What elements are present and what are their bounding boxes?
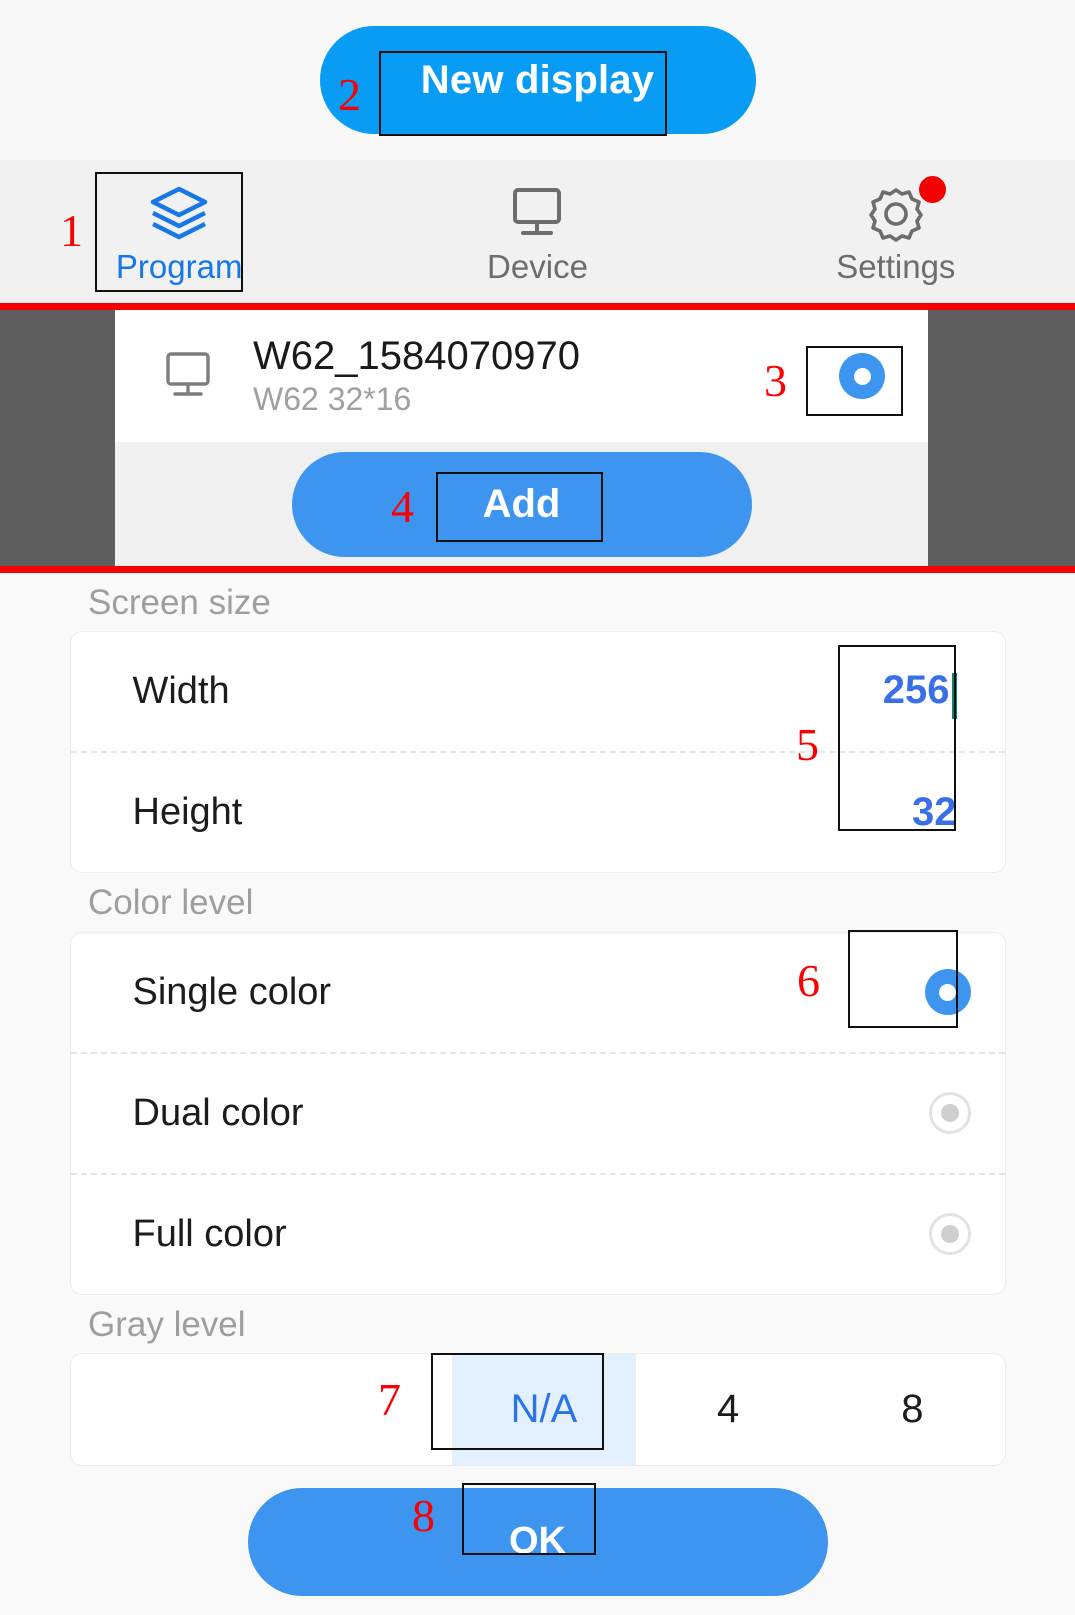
monitor-icon: [505, 180, 569, 242]
device-name: W62_1584070970: [253, 333, 580, 378]
width-input[interactable]: 256: [837, 668, 971, 720]
monitor-icon: [162, 349, 220, 403]
add-button[interactable]: Add: [291, 451, 752, 557]
top-bar: New display: [0, 0, 1075, 160]
height-input[interactable]: 32: [837, 790, 971, 835]
single-color-label: Single color: [132, 970, 332, 1013]
gray-level-option-na[interactable]: N/A: [451, 1353, 637, 1465]
gray-level-section-label: Gray level: [88, 1304, 246, 1344]
add-button-label: Add: [482, 481, 561, 526]
layers-icon: [147, 180, 211, 242]
tab-program[interactable]: Program: [0, 160, 358, 303]
ok-button[interactable]: OK: [247, 1487, 828, 1596]
gray-level-card: N/A 4 8: [69, 1352, 1006, 1466]
radio-on-icon[interactable]: [924, 969, 971, 1015]
settings-notification-badge: [918, 176, 946, 203]
text-cursor-icon: [951, 673, 957, 720]
color-level-section-label: Color level: [88, 883, 254, 923]
full-color-label: Full color: [132, 1212, 287, 1255]
tab-device[interactable]: Device: [358, 160, 716, 303]
radio-off-icon[interactable]: [928, 1213, 971, 1255]
device-list-panel: W62_1584070970 W62 32*16 Add: [115, 310, 928, 566]
height-label: Height: [132, 791, 243, 834]
height-row[interactable]: Height 32: [70, 751, 1005, 872]
tab-program-label: Program: [115, 248, 243, 285]
bottom-tab-bar: Program Device Settings: [0, 160, 1075, 303]
width-value: 256: [882, 668, 950, 713]
gray-level-spacer: [71, 1354, 452, 1465]
color-option-full[interactable]: Full color: [70, 1172, 1005, 1294]
tab-settings[interactable]: Settings: [717, 160, 1075, 303]
new-display-label: New display: [420, 57, 655, 102]
screen-size-section-label: Screen size: [88, 583, 271, 622]
width-row[interactable]: Width 256: [71, 632, 1005, 751]
add-button-container: Add: [115, 442, 928, 566]
gray-level-option-8[interactable]: 8: [820, 1354, 1004, 1465]
new-display-button[interactable]: New display: [319, 26, 756, 134]
ok-button-label: OK: [509, 1520, 566, 1563]
highlight-line-top: [0, 303, 1075, 310]
color-option-single[interactable]: Single color: [71, 933, 1005, 1052]
screen-size-card: Width 256 Height 32: [69, 631, 1006, 874]
gear-icon: [864, 176, 946, 242]
tab-settings-label: Settings: [836, 248, 956, 285]
gray-level-option-4[interactable]: 4: [636, 1354, 820, 1465]
color-level-card: Single color Dual color Full color: [69, 931, 1006, 1295]
ok-button-container: OK: [0, 1487, 1075, 1596]
tab-device-label: Device: [487, 248, 588, 285]
radio-on-icon: [839, 353, 885, 399]
device-info: W62_1584070970 W62 32*16: [253, 333, 580, 418]
radio-off-icon[interactable]: [928, 1092, 971, 1134]
width-label: Width: [132, 670, 230, 713]
device-list-strip: W62_1584070970 W62 32*16 Add: [0, 303, 1075, 573]
dual-color-label: Dual color: [132, 1091, 304, 1134]
form-body: Screen size Width 256 Height 32 Color le…: [0, 573, 1075, 1615]
highlight-line-bottom: [0, 566, 1075, 573]
device-list-item[interactable]: W62_1584070970 W62 32*16: [115, 310, 928, 442]
device-model-size: W62 32*16: [253, 381, 412, 418]
device-radio-selected[interactable]: [839, 353, 885, 399]
height-value: 32: [912, 790, 957, 835]
color-option-dual[interactable]: Dual color: [70, 1051, 1005, 1173]
